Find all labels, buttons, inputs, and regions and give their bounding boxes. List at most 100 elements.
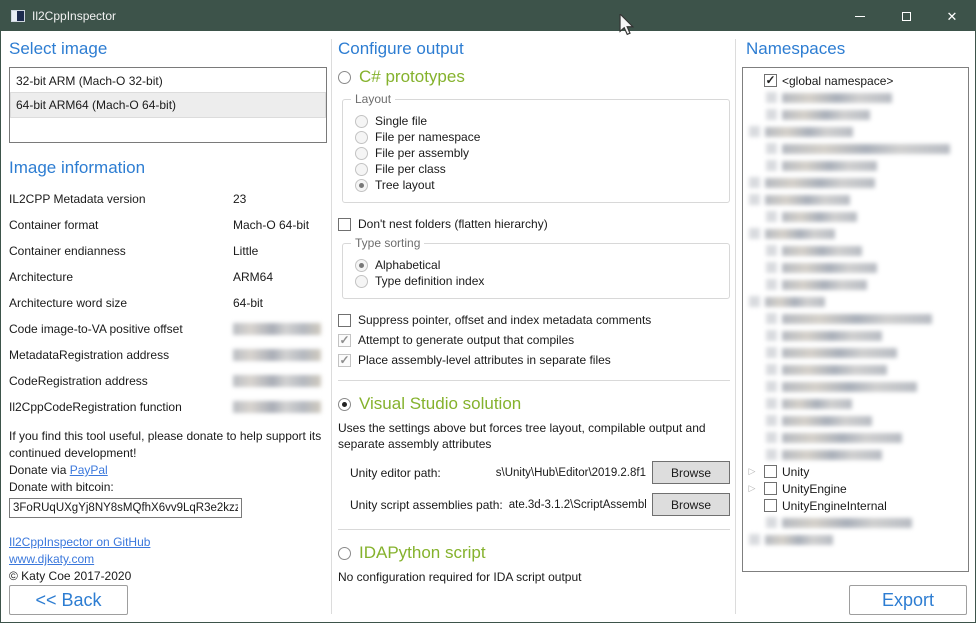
namespace-item[interactable]: ✓<global namespace> [745,72,966,89]
namespace-item[interactable] [745,140,966,157]
maximize-button[interactable] [883,1,929,31]
redacted-checkbox [749,228,760,239]
redacted-checkbox [766,279,777,290]
namespace-item[interactable] [745,429,966,446]
bitcoin-label: Donate with bitcoin: [9,479,327,496]
close-button[interactable]: ✕ [929,1,975,31]
expander-icon[interactable]: ▷ [745,480,759,497]
visual-studio-description: Uses the settings above but forces tree … [338,420,730,452]
info-row: Code image-to-VA positive offset [9,316,327,342]
namespace-item[interactable] [745,293,966,310]
type-sorting-groupbox: Type sorting AlphabeticalType definition… [342,243,730,299]
namespace-item[interactable] [745,89,966,106]
namespace-item[interactable] [745,276,966,293]
redacted-label [782,246,862,256]
namespace-item[interactable] [745,531,966,548]
image-list-item[interactable]: 64-bit ARM64 (Mach-O 64-bit) [11,93,325,117]
namespace-item[interactable] [745,208,966,225]
redacted-namespace [766,347,897,358]
image-list[interactable]: 32-bit ARM (Mach-O 32-bit)64-bit ARM64 (… [9,67,327,143]
namespace-item[interactable]: UnityEngineInternal [745,497,966,514]
namespace-item[interactable] [745,157,966,174]
expander-icon[interactable]: ▷ [745,463,759,480]
radio-visual-studio-solution[interactable]: Visual Studio solution [338,394,730,414]
namespace-item[interactable] [745,378,966,395]
namespace-item[interactable] [745,514,966,531]
redacted-label [782,365,887,375]
namespace-checkbox[interactable] [764,482,777,495]
namespace-checkbox[interactable]: ✓ [764,74,777,87]
redacted-checkbox [749,177,760,188]
github-link[interactable]: Il2CppInspector on GitHub [9,535,150,549]
radio-option[interactable]: File per assembly [355,146,719,160]
namespace-label: UnityEngineInternal [782,499,887,513]
redacted-checkbox [766,262,777,273]
redacted-namespace [766,160,877,171]
redacted-value [233,323,321,335]
radio-icon [338,547,351,560]
namespace-item[interactable] [745,344,966,361]
namespace-item[interactable] [745,395,966,412]
website-link[interactable]: www.djkaty.com [9,552,94,566]
namespace-item[interactable] [745,327,966,344]
close-icon: ✕ [947,10,958,23]
radio-option[interactable]: Tree layout [355,178,719,192]
redacted-label [782,450,882,460]
redacted-checkbox [749,296,760,307]
paypal-link[interactable]: PayPal [70,463,108,477]
redacted-label [782,93,892,103]
namespace-item[interactable] [745,174,966,191]
browse-script-assemblies-button[interactable]: Browse [652,493,730,516]
checkbox-flatten-hierarchy[interactable]: Don't nest folders (flatten hierarchy) [338,217,730,231]
radio-option[interactable]: Alphabetical [355,258,719,272]
redacted-namespace [766,211,857,222]
redacted-namespace [766,432,902,443]
image-list-item[interactable]: 32-bit ARM (Mach-O 32-bit) [11,69,325,93]
namespace-item[interactable] [745,225,966,242]
namespace-item[interactable]: ▷Unity [745,463,966,480]
titlebar[interactable]: Il2CppInspector ✕ [1,1,975,31]
bitcoin-address-input[interactable] [9,498,242,518]
namespace-item[interactable] [745,310,966,327]
minimize-button[interactable] [837,1,883,31]
back-button[interactable]: << Back [9,585,128,615]
redacted-checkbox [766,92,777,103]
radio-option[interactable]: Type definition index [355,274,719,288]
namespace-item[interactable] [745,259,966,276]
radio-option[interactable]: File per namespace [355,130,719,144]
namespace-checkbox[interactable] [764,465,777,478]
namespace-checkbox[interactable] [764,499,777,512]
redacted-namespace [766,330,882,341]
checkbox-attempt-compilable-output[interactable]: ✓Attempt to generate output that compile… [338,333,730,347]
namespace-item[interactable] [745,123,966,140]
radio-option[interactable]: Single file [355,114,719,128]
radio-idapython-script[interactable]: IDAPython script [338,543,730,563]
checkbox-assembly-attributes-separate-files[interactable]: ✓Place assembly-level attributes in sepa… [338,353,730,367]
window-title: Il2CppInspector [32,9,116,23]
redacted-namespace [766,313,932,324]
redacted-checkbox [766,160,777,171]
radio-option-label: File per assembly [375,146,469,160]
namespace-item[interactable] [745,446,966,463]
namespace-item[interactable]: ▷UnityEngine [745,480,966,497]
export-button[interactable]: Export [849,585,967,615]
radio-icon [355,179,368,192]
checkbox-suppress-metadata-comments[interactable]: Suppress pointer, offset and index metad… [338,313,730,327]
namespace-item[interactable] [745,361,966,378]
column-divider [735,39,736,614]
browse-unity-editor-button[interactable]: Browse [652,461,730,484]
radio-option[interactable]: File per class [355,162,719,176]
redacted-checkbox [766,330,777,341]
namespace-tree[interactable]: ✓<global namespace> ▷Unity▷UnityEngine Uni… [742,67,969,572]
configure-output-heading: Configure output [338,39,730,59]
layout-groupbox-label: Layout [351,92,395,106]
namespace-item[interactable] [745,106,966,123]
namespace-item[interactable] [745,412,966,429]
namespace-item[interactable] [745,191,966,208]
redacted-checkbox [766,449,777,460]
radio-csharp-prototypes[interactable]: C# prototypes [338,67,730,87]
section-divider [338,529,730,530]
redacted-namespace [749,177,875,188]
redacted-label [782,110,870,120]
namespace-item[interactable] [745,242,966,259]
